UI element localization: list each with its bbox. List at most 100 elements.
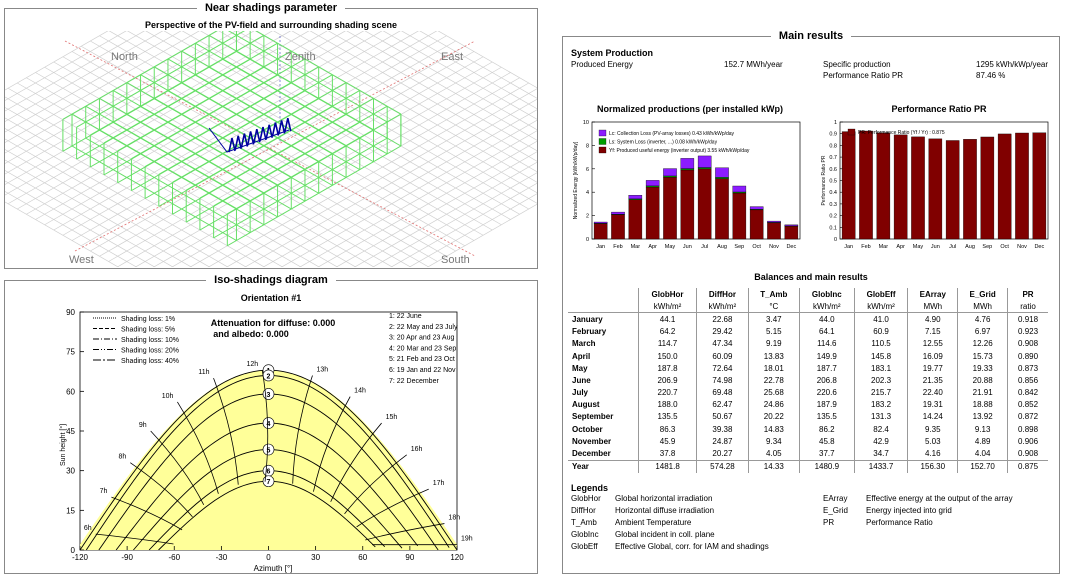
- table-cell: 20.22: [747, 410, 800, 424]
- y-tick-label: 0.8: [829, 143, 837, 149]
- table-cell: 60.09: [696, 349, 749, 363]
- month-label: January: [572, 314, 603, 324]
- bar: [732, 192, 747, 240]
- iso-ylabel: Sun height [°]: [59, 424, 67, 466]
- x-tick-label: 30: [311, 553, 320, 562]
- x-tick-label: Jun: [931, 244, 940, 250]
- x-tick-label: 120: [450, 553, 464, 562]
- x-tick-label: Jun: [683, 244, 692, 250]
- shading-loss-label: Shading loss: 1%: [121, 316, 175, 323]
- month-label: November: [572, 436, 612, 446]
- x-tick-label: Mar: [631, 244, 641, 250]
- column-header: T_Amb: [747, 288, 800, 301]
- column-header: E_Grid: [957, 288, 1008, 301]
- bar: [628, 199, 643, 240]
- column-header: GlobInc: [798, 288, 855, 301]
- table-cell: 47.34: [696, 337, 749, 350]
- table-cell: 9.35: [907, 423, 958, 436]
- table-cell: 188.0: [638, 398, 697, 411]
- x-tick-label: Oct: [752, 244, 761, 250]
- y-tick-label: 1: [834, 120, 837, 126]
- table-cell: 0.908: [1007, 337, 1048, 350]
- bar: [645, 186, 660, 240]
- bar: [645, 185, 660, 188]
- legend-description: Effective energy at the output of the ar…: [866, 494, 1013, 503]
- table-cell: 12.55: [907, 337, 958, 350]
- column-header: GlobEff: [853, 288, 908, 301]
- column-header: PR: [1007, 288, 1048, 301]
- table-cell: 215.7: [853, 386, 908, 399]
- x-tick-label: May: [665, 244, 676, 250]
- table-cell: 9.13: [957, 423, 1008, 436]
- west-east-axis: [74, 40, 476, 252]
- table-cell: 86.2: [798, 423, 855, 436]
- unit-spacer: [568, 300, 639, 314]
- iso-shadings-title: Iso-shadings diagram: [206, 274, 336, 286]
- bar: [749, 209, 764, 240]
- month-label: April: [572, 351, 591, 361]
- x-tick-label: -90: [121, 553, 133, 562]
- normalized-productions-chart: 0 2 4 6 8 10 Jan Feb Mar Apr May Jun Jul Aug Sep Oct Nov…: [573, 120, 801, 250]
- hour-label: 12h: [247, 361, 259, 368]
- table-cell: 1433.7: [853, 459, 908, 473]
- x-tick-label: Sep: [734, 244, 744, 250]
- bar: [663, 168, 677, 177]
- month-label: August: [572, 400, 600, 410]
- bar: [697, 168, 712, 240]
- unit-label: MWh: [907, 300, 958, 314]
- legend-abbr: EArray: [823, 494, 848, 503]
- bar: [963, 139, 977, 240]
- column-header: DiffHor: [696, 288, 749, 301]
- pr-chart-title: Performance Ratio PR: [891, 104, 987, 114]
- legend-label: Lc: Collection Loss (PV-array losses) 0.…: [609, 131, 735, 137]
- table-cell: 24.87: [696, 435, 749, 448]
- bar: [1032, 132, 1047, 240]
- table-cell: 37.7: [798, 447, 855, 461]
- bar: [593, 223, 608, 240]
- month-label: September: [572, 412, 614, 422]
- table-cell: 135.5: [638, 410, 697, 424]
- date-label: 6: 19 Jan and 22 Nov: [389, 367, 456, 374]
- shading-scene: North Zenith East West South: [5, 31, 537, 267]
- y-tick-label: 0.4: [829, 190, 837, 196]
- x-tick-label: Nov: [769, 244, 779, 250]
- month-label: March: [572, 339, 596, 349]
- y-tick-label: 30: [66, 467, 75, 476]
- y-tick-label: 6: [586, 167, 589, 173]
- hour-label: 11h: [198, 369, 209, 376]
- table-cell: 72.64: [696, 362, 749, 375]
- x-tick-label: Jul: [701, 244, 708, 250]
- bar: [784, 224, 799, 227]
- x-tick-label: Aug: [965, 244, 975, 250]
- bar: [876, 132, 891, 240]
- table-cell: 4.89: [957, 435, 1008, 448]
- bar: [715, 177, 729, 179]
- north-label: North: [111, 51, 138, 63]
- hour-label: 18h: [448, 515, 460, 522]
- table-row: January 44.1 22.68 3.47 44.0 41.0 4.90 4.76 0.91…: [568, 312, 1048, 326]
- x-tick-label: -60: [168, 553, 180, 562]
- table-cell: 1480.9: [798, 459, 855, 473]
- y-tick-label: 0.6: [829, 167, 837, 173]
- table-row: December 37.8 20.27 4.05 37.7 34.7 4.16 4.04 0.9…: [568, 447, 1048, 461]
- normalized-chart-title: Normalized productions (per installed kW…: [596, 104, 784, 114]
- table-cell: 0.923: [1007, 325, 1048, 338]
- table-cell: 114.6: [798, 337, 855, 350]
- table-cell: 110.5: [853, 337, 908, 350]
- table-row: August 188.0 62.47 24.86 187.9 183.2 19.31 18.8…: [568, 398, 1048, 411]
- table-cell: 4.05: [747, 447, 800, 461]
- y-tick-label: 2: [586, 214, 589, 220]
- legend-description: Global incident in coll. plane: [615, 530, 715, 539]
- x-tick-label: -30: [216, 553, 228, 562]
- bar: [767, 220, 781, 223]
- unit-label: °C: [747, 300, 800, 314]
- y-tick-label: 75: [66, 348, 75, 357]
- column-header: EArray: [907, 288, 958, 301]
- table-cell: 25.68: [747, 386, 800, 399]
- near-shadings-panel: Near shadings parameter Perspective of t…: [4, 2, 538, 269]
- table-cell: 14.83: [747, 423, 800, 436]
- table-cell: 0.852: [1007, 398, 1048, 411]
- table-cell: 0.908: [1007, 447, 1048, 461]
- table-cell: 45.9: [638, 435, 697, 448]
- table-cell: 114.7: [638, 337, 697, 350]
